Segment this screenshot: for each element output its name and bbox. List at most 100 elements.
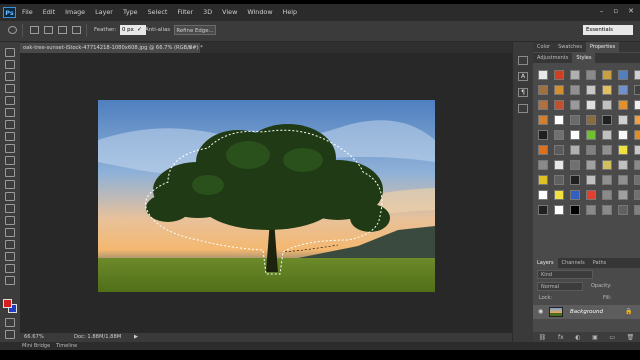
style-swatch[interactable]	[538, 70, 548, 80]
style-swatch[interactable]	[538, 85, 548, 95]
style-swatch[interactable]	[586, 70, 596, 80]
menu-item-filter[interactable]: Filter	[177, 8, 193, 17]
hand-tool-icon[interactable]	[5, 264, 15, 273]
quick-mask-icon[interactable]	[5, 318, 15, 327]
style-swatch[interactable]	[538, 190, 548, 200]
menu-item-window[interactable]: Window	[247, 8, 272, 17]
style-swatch[interactable]	[570, 160, 580, 170]
shape-tool-icon[interactable]	[5, 252, 15, 261]
style-swatch[interactable]	[634, 100, 640, 110]
style-swatch[interactable]	[586, 130, 596, 140]
style-swatch[interactable]	[554, 115, 564, 125]
style-swatch[interactable]	[554, 145, 564, 155]
lasso-preset-icon[interactable]	[8, 26, 17, 34]
style-swatch[interactable]	[538, 205, 548, 215]
style-swatch[interactable]	[554, 175, 564, 185]
subtract-selection-icon[interactable]	[58, 26, 67, 34]
close-button[interactable]: ✕	[628, 7, 634, 15]
style-swatch[interactable]	[538, 115, 548, 125]
link-layers-icon[interactable]: ⛓	[539, 334, 547, 341]
move-tool-icon[interactable]	[5, 48, 15, 57]
history-brush-tool-icon[interactable]	[5, 156, 15, 165]
menu-item-3d[interactable]: 3D	[203, 8, 212, 17]
new-layer-icon[interactable]: ▭	[609, 334, 615, 341]
pen-tool-icon[interactable]	[5, 216, 15, 225]
blur-tool-icon[interactable]	[5, 192, 15, 201]
zoom-tool-icon[interactable]	[5, 276, 15, 285]
adjustment-layer-icon[interactable]: ◐	[575, 334, 580, 341]
style-swatch[interactable]	[570, 85, 580, 95]
menu-item-select[interactable]: Select	[148, 8, 168, 17]
brush-tool-icon[interactable]	[5, 132, 15, 141]
style-swatch[interactable]	[586, 115, 596, 125]
style-swatch[interactable]	[538, 100, 548, 110]
style-swatch[interactable]	[618, 190, 628, 200]
menu-item-view[interactable]: View	[222, 8, 237, 17]
add-selection-icon[interactable]	[44, 26, 53, 34]
style-swatch[interactable]	[586, 160, 596, 170]
lasso-tool-icon[interactable]	[5, 72, 15, 81]
style-swatch[interactable]	[618, 160, 628, 170]
style-swatch[interactable]	[570, 205, 580, 215]
workspace-select[interactable]: Essentials	[583, 25, 633, 35]
style-swatch[interactable]	[634, 190, 640, 200]
style-swatch[interactable]	[602, 145, 612, 155]
style-swatch[interactable]	[602, 175, 612, 185]
status-menu-arrow[interactable]: ▶	[134, 333, 138, 342]
path-selection-tool-icon[interactable]	[5, 240, 15, 249]
style-swatch[interactable]	[586, 100, 596, 110]
minimize-button[interactable]: –	[600, 7, 604, 15]
photo-canvas[interactable]	[98, 100, 435, 292]
style-swatch[interactable]	[570, 115, 580, 125]
style-swatch[interactable]	[538, 160, 548, 170]
blend-mode-select[interactable]: Normal	[537, 282, 583, 291]
history-panel-icon[interactable]	[518, 56, 528, 65]
style-swatch[interactable]	[634, 85, 640, 95]
menu-item-layer[interactable]: Layer	[95, 8, 113, 17]
style-swatch[interactable]	[538, 175, 548, 185]
style-swatch[interactable]	[618, 85, 628, 95]
menu-item-type[interactable]: Type	[123, 8, 138, 17]
menu-item-edit[interactable]: Edit	[43, 8, 55, 17]
style-swatch[interactable]	[634, 70, 640, 80]
new-selection-icon[interactable]	[30, 26, 39, 34]
style-swatch[interactable]	[602, 85, 612, 95]
style-swatch[interactable]	[634, 205, 640, 215]
tab-adjustments[interactable]: Adjustments	[533, 53, 572, 63]
style-swatch[interactable]	[634, 115, 640, 125]
crop-tool-icon[interactable]	[5, 96, 15, 105]
marquee-tool-icon[interactable]	[5, 60, 15, 69]
foreground-color-swatch[interactable]	[3, 299, 12, 308]
style-swatch[interactable]	[554, 130, 564, 140]
style-swatch[interactable]	[634, 145, 640, 155]
style-swatch[interactable]	[602, 190, 612, 200]
style-swatch[interactable]	[570, 145, 580, 155]
intersect-selection-icon[interactable]	[72, 26, 81, 34]
tab-timeline[interactable]: Timeline	[56, 342, 77, 350]
style-swatch[interactable]	[618, 100, 628, 110]
style-swatch[interactable]	[538, 145, 548, 155]
paragraph-panel-icon[interactable]: ¶	[518, 88, 528, 97]
layer-kind-filter[interactable]: Kind	[537, 270, 593, 279]
eyedropper-tool-icon[interactable]	[5, 108, 15, 117]
style-swatch[interactable]	[618, 175, 628, 185]
style-swatch[interactable]	[602, 70, 612, 80]
clone-stamp-tool-icon[interactable]	[5, 144, 15, 153]
style-swatch[interactable]	[618, 205, 628, 215]
screen-mode-icon[interactable]	[5, 330, 15, 339]
style-swatch[interactable]	[586, 175, 596, 185]
tab-swatches[interactable]: Swatches	[554, 42, 586, 52]
style-swatch[interactable]	[586, 205, 596, 215]
tab-styles[interactable]: Styles	[572, 53, 596, 63]
style-swatch[interactable]	[554, 160, 564, 170]
tab-channels[interactable]: Channels	[558, 258, 589, 268]
style-swatch[interactable]	[602, 160, 612, 170]
style-swatch[interactable]	[570, 70, 580, 80]
visibility-eye-icon[interactable]: ◉	[538, 308, 543, 315]
document-tab[interactable]: oak-tree-sunset-iStock-47714218-1080x608…	[20, 43, 203, 53]
style-swatch[interactable]	[634, 130, 640, 140]
brush-panel-icon[interactable]	[518, 104, 528, 113]
style-swatch[interactable]	[570, 175, 580, 185]
style-swatch[interactable]	[554, 70, 564, 80]
style-swatch[interactable]	[586, 145, 596, 155]
